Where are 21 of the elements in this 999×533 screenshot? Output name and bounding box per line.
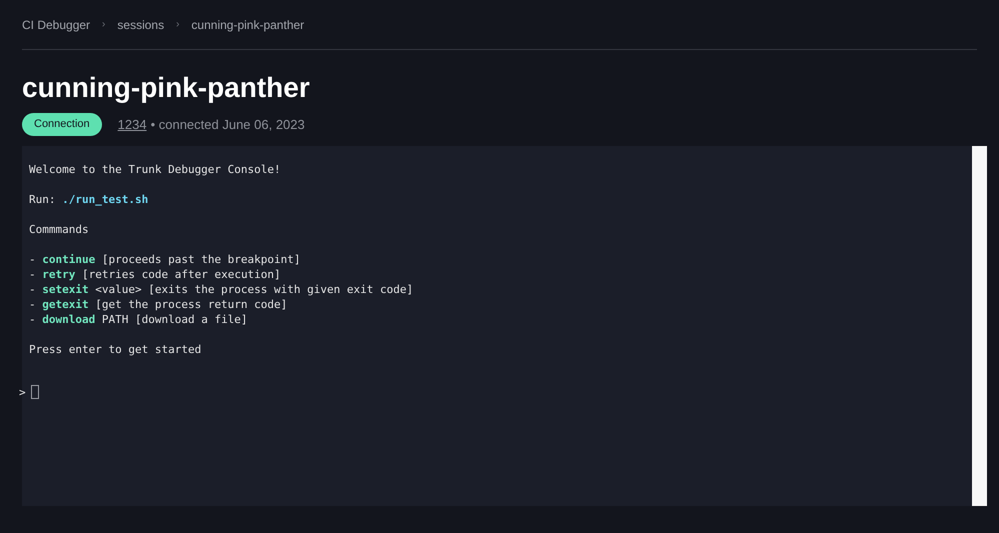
breadcrumb-link[interactable]: cunning-pink-panther [191, 16, 304, 34]
terminal-line: Press enter to get started [29, 342, 202, 356]
cursor[interactable] [30, 385, 39, 399]
terminal-line: Welcome to the Trunk Debugger Console! [29, 162, 282, 176]
connection-info: • connected June 06, 2023 [150, 116, 305, 134]
status-badge: Connection [22, 113, 102, 136]
scrollbar[interactable] [972, 146, 987, 506]
terminal-line: - getexit [get the process return code] [29, 296, 288, 312]
session-link[interactable]: 1234 [118, 114, 147, 134]
breadcrumb-separator: › [176, 18, 180, 32]
prompt-symbol: > [19, 384, 26, 400]
breadcrumb-separator: › [102, 18, 106, 32]
terminal-line: Commmands [29, 222, 90, 236]
terminal-line: - continue [proceeds past the breakpoint] [29, 252, 302, 266]
terminal-line: Run: ./run_test.sh [29, 192, 150, 206]
page-title: cunning-pink-panther [22, 71, 311, 105]
terminal-line: - download PATH [download a file] [29, 312, 249, 326]
breadcrumb-link[interactable]: CI Debugger [22, 16, 90, 34]
terminal-line: - setexit <value> [exits the process with given exit code] [29, 282, 414, 296]
terminal-line: - retry [retries code after execution] [29, 266, 282, 282]
breadcrumb-link[interactable]: sessions [117, 16, 164, 34]
